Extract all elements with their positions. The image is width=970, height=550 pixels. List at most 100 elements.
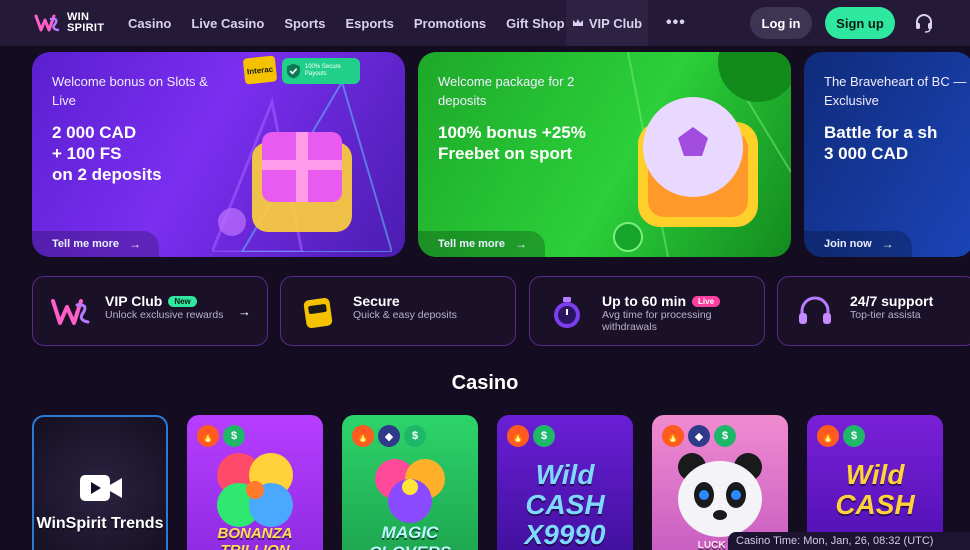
fire-icon: 🔥 bbox=[352, 425, 374, 447]
brand-logo[interactable]: WIN SPIRIT bbox=[33, 9, 104, 37]
feature-title: Secure bbox=[353, 293, 400, 309]
clover-illustration bbox=[217, 453, 293, 527]
feature-description: Top-tier assista bbox=[850, 309, 921, 321]
gift-box-illustration bbox=[212, 82, 392, 252]
promo-headline-line: 2 000 CAD bbox=[52, 123, 137, 142]
promo-headline-line: + 100 FS bbox=[52, 144, 122, 163]
login-button[interactable]: Log in bbox=[750, 7, 812, 39]
game-title: Wild CASH X9990 bbox=[524, 459, 606, 550]
nav-promotions[interactable]: Promotions bbox=[414, 16, 486, 31]
promo-headline: Battle for a sh 3 000 CAD bbox=[824, 122, 970, 164]
promo-headline-line: Battle for a sh bbox=[824, 123, 938, 142]
fire-icon: 🔥 bbox=[817, 425, 839, 447]
live-badge: Live bbox=[692, 296, 721, 307]
promo-headline-line: 100% bonus +25% bbox=[438, 123, 586, 142]
secure-payouts-badge: 100% Secure Payouts bbox=[282, 58, 360, 84]
promo-cta-button[interactable]: Join now → bbox=[804, 231, 912, 257]
main-nav: Casino Live Casino Sports Esports Promot… bbox=[128, 0, 585, 46]
video-camera-icon bbox=[80, 475, 122, 501]
headset-icon bbox=[799, 296, 831, 324]
game-badges: 🔥 ◆ $ bbox=[352, 425, 430, 447]
brand-name: WIN SPIRIT bbox=[67, 12, 104, 34]
fire-icon: 🔥 bbox=[197, 425, 219, 447]
feature-support[interactable]: 24/7 support Top-tier assista bbox=[777, 276, 970, 346]
nav-vip-club[interactable]: VIP Club bbox=[566, 0, 648, 46]
feature-title: Up to 60 min Live bbox=[602, 293, 721, 309]
secure-badge-label: 100% Secure Payouts bbox=[304, 64, 341, 77]
arrow-right-icon: → bbox=[129, 237, 142, 251]
game-tile-luck-of-panda[interactable]: 🔥 ◆ $ LUCK OF bbox=[652, 415, 788, 550]
promo-headline-line: 3 000 CAD bbox=[824, 144, 909, 163]
promo-card-sport-bonus[interactable]: Welcome package for 2 deposits 100% bonu… bbox=[418, 52, 791, 257]
promo-card-braveheart[interactable]: The Braveheart of BC — Exclusive Battle … bbox=[804, 52, 970, 257]
promo-headline-line: on 2 deposits bbox=[52, 165, 162, 184]
arrow-right-icon: → bbox=[238, 304, 251, 319]
game-tile-wild-cash[interactable]: 🔥 $ Wild CASH bbox=[807, 415, 943, 550]
dollar-icon: $ bbox=[223, 425, 245, 447]
arrow-right-icon: → bbox=[881, 237, 894, 251]
game-badges: 🔥 $ bbox=[197, 425, 249, 447]
feature-title-text: VIP Club bbox=[105, 293, 163, 309]
headset-support-icon[interactable] bbox=[914, 13, 934, 33]
game-badges: 🔥 $ bbox=[817, 425, 869, 447]
dollar-icon: $ bbox=[533, 425, 555, 447]
game-badges: 🔥 ◆ $ bbox=[662, 425, 740, 447]
feature-fast-withdrawals[interactable]: Up to 60 min Live Avg time for processing… bbox=[529, 276, 765, 346]
winspirit-vip-icon bbox=[51, 299, 90, 325]
feature-description: Avg time for processing withdrawals bbox=[602, 309, 712, 333]
feature-description: Unlock exclusive rewards bbox=[105, 309, 224, 321]
signup-button[interactable]: Sign up bbox=[825, 7, 895, 39]
promo-headline-line: Freebet on sport bbox=[438, 144, 573, 163]
nav-casino[interactable]: Casino bbox=[128, 16, 171, 31]
diamond-icon: ◆ bbox=[688, 425, 710, 447]
fire-icon: 🔥 bbox=[507, 425, 529, 447]
winspirit-logo-icon bbox=[33, 9, 61, 37]
nav-esports[interactable]: Esports bbox=[345, 16, 393, 31]
feature-title: 24/7 support bbox=[850, 293, 934, 309]
fire-icon: 🔥 bbox=[662, 425, 684, 447]
game-title: MAGIC CLOVERS bbox=[369, 523, 451, 550]
promo-cta-label: Tell me more bbox=[52, 238, 120, 250]
dollar-cycle-icon: $ bbox=[714, 425, 736, 447]
game-title: WinSpirit Trends bbox=[36, 515, 164, 532]
top-header: WIN SPIRIT Casino Live Casino Sports Esp… bbox=[0, 0, 970, 46]
section-title-casino: Casino bbox=[451, 372, 519, 394]
promo-card-slots-bonus[interactable]: Interac 100% Secure Payouts Welcome bonu… bbox=[32, 52, 405, 257]
feature-vip-club[interactable]: VIP Club New Unlock exclusive rewards → bbox=[32, 276, 268, 346]
casino-time-label: Casino Time: Mon, Jan, 26, 08:32 (UTC) bbox=[728, 532, 970, 550]
panda-illustration bbox=[678, 453, 762, 537]
game-tile-winspirit-trends[interactable]: WinSpirit Trends bbox=[32, 415, 168, 550]
game-title: BONANZA TRILLION bbox=[217, 525, 293, 550]
feature-description: Quick & easy deposits bbox=[353, 309, 457, 321]
nav-live-casino[interactable]: Live Casino bbox=[191, 16, 264, 31]
more-menu-button[interactable]: ••• bbox=[666, 14, 686, 32]
feature-title-text: Up to 60 min bbox=[602, 293, 687, 309]
game-tile-bonanza-trillion[interactable]: 🔥 $ BONANZA TRILLION bbox=[187, 415, 323, 550]
dollar-icon: $ bbox=[843, 425, 865, 447]
shield-check-icon bbox=[286, 63, 300, 79]
promo-subtitle: Welcome package for 2 deposits bbox=[438, 74, 575, 108]
interac-card-icon bbox=[303, 297, 333, 329]
promo-headline: 2 000 CAD + 100 FS on 2 deposits bbox=[52, 122, 232, 185]
dollar-icon: $ bbox=[404, 425, 426, 447]
interac-badge: Interac bbox=[242, 55, 278, 85]
promo-cta-button[interactable]: Tell me more → bbox=[32, 231, 160, 257]
flower-illustration bbox=[375, 459, 445, 523]
game-tile-magic-clovers[interactable]: 🔥 ◆ $ MAGIC CLOVERS bbox=[342, 415, 478, 550]
promo-cta-label: Tell me more bbox=[438, 238, 506, 250]
game-tile-wild-cash-x9990[interactable]: 🔥 $ Wild CASH X9990 bbox=[497, 415, 633, 550]
promo-subtitle: The Braveheart of BC — Exclusive bbox=[824, 74, 967, 108]
feature-title: VIP Club New bbox=[105, 293, 197, 309]
arrow-right-icon: → bbox=[515, 237, 528, 251]
promo-subtitle: Welcome bonus on Slots & Live bbox=[52, 74, 208, 108]
brand-line-2: SPIRIT bbox=[67, 22, 105, 34]
nav-gift-shop[interactable]: Gift Shop bbox=[506, 16, 565, 31]
diamond-icon: ◆ bbox=[378, 425, 400, 447]
nav-sports[interactable]: Sports bbox=[284, 16, 325, 31]
crown-icon bbox=[572, 19, 583, 26]
stopwatch-icon bbox=[554, 297, 580, 328]
promo-cta-button[interactable]: Tell me more → bbox=[418, 231, 546, 257]
feature-secure[interactable]: Secure Quick & easy deposits bbox=[280, 276, 516, 346]
new-badge: New bbox=[168, 296, 197, 307]
vip-label: VIP Club bbox=[588, 15, 643, 31]
